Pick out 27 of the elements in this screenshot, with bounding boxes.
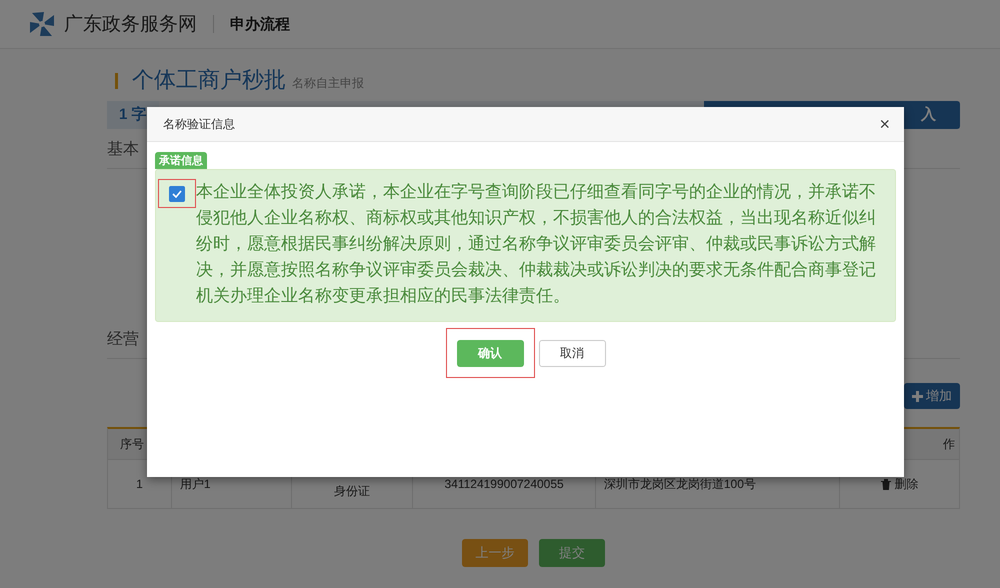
confirm-button[interactable]: 确认 [456,340,524,366]
table-cell: 用户1 [180,476,211,492]
section-title: 申办流程 [230,14,290,34]
cancel-button[interactable]: 取消 [538,340,606,366]
dialog-title: 名称验证信息 [163,116,235,132]
check-icon [172,190,182,198]
checkbox[interactable] [169,186,185,202]
trash-icon [880,478,891,490]
section-tag: 承诺信息 [155,152,207,169]
table-cell: 深圳市龙岗区龙岗街道100号 [604,476,756,492]
table-cell: 1 [136,477,143,491]
page-title: 个体工商户秒批 [132,66,286,94]
column-header: 序号 [120,436,144,452]
delete-link[interactable]: 删除 [880,476,919,492]
site-name[interactable]: 广东政务服务网 [64,11,197,37]
table-cell: 身份证 [334,483,370,500]
promise-text: 本企业全体投资人承诺，本企业在字号查询阶段已仔细查看同字号的企业的情况，并承诺不侵犯他人企业名称权、商标权或其他知识产权，不损害他人的合法权益，当出现名称近似纠纷时，愿意根据民事纠纷解决原则，通过名称争议评审委员会评审、仲裁或民事诉讼方式解决，并愿意按照名称争议评审委员会裁决、仲裁裁决或诉讼判决的要求无条件配合商事登记机关办理企业名称变更承担相应的民事法律责任。 [196,181,877,307]
page-button[interactable]: 上一步 [462,539,528,567]
column-header: 作 [942,436,955,452]
pinwheel-logo-icon [28,10,56,38]
close-button[interactable]: × [879,115,890,133]
title-accent-bar [115,73,118,89]
plus-icon [912,390,923,402]
add-button[interactable]: 增加 [904,383,960,409]
page-subtitle: 名称自主申报 [292,75,364,92]
table-cell: 341124199007240055 [444,477,564,491]
page-button[interactable]: 提交 [539,539,605,567]
